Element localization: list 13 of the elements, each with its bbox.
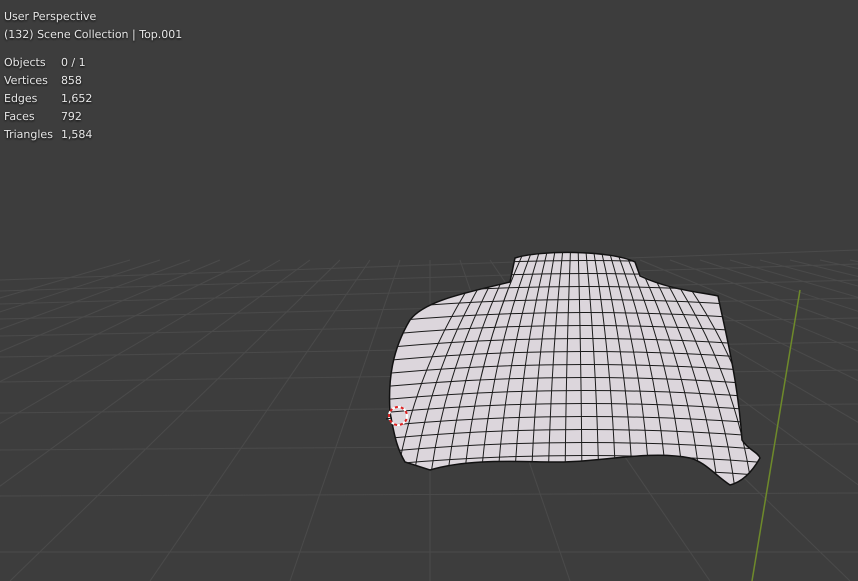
stat-label: Vertices xyxy=(4,73,49,89)
stat-value: 0 / 1 xyxy=(60,55,87,71)
stat-value: 792 xyxy=(60,109,83,125)
collection-line: (132) Scene Collection | Top.001 xyxy=(4,27,182,43)
stat-value: 1,652 xyxy=(60,91,92,107)
view-name: User Perspective xyxy=(4,9,98,25)
stat-value: 1,584 xyxy=(60,127,92,143)
stat-label: Triangles xyxy=(4,127,53,143)
3d-cursor-icon xyxy=(386,406,408,426)
stat-label: Edges xyxy=(4,91,38,107)
stat-label: Objects xyxy=(4,55,47,71)
stat-value: 858 xyxy=(60,73,83,89)
stat-label: Faces xyxy=(4,109,36,125)
